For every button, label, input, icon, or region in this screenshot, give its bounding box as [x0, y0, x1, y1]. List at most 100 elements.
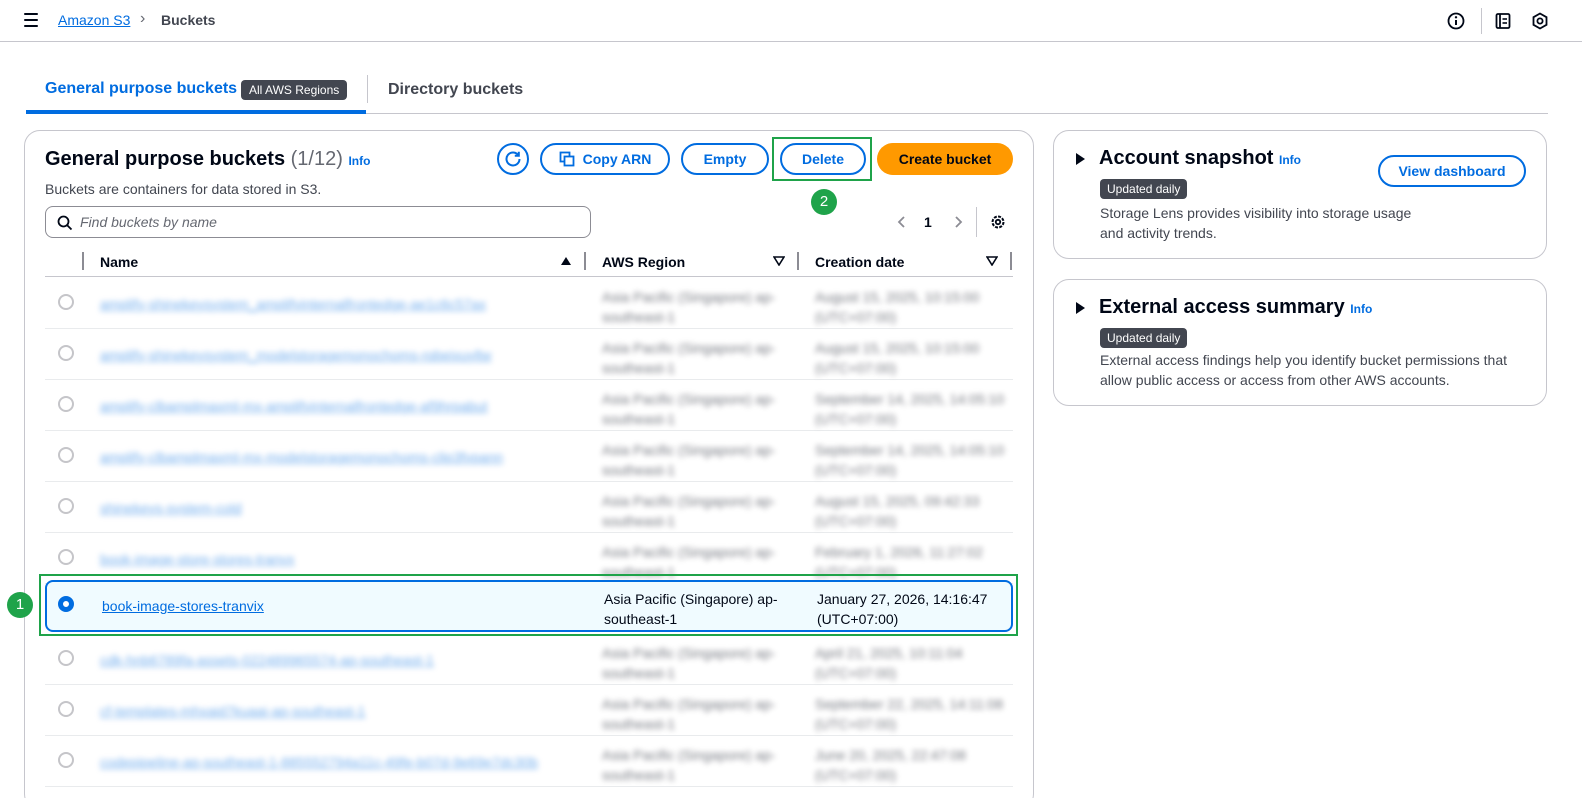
- bucket-name-link[interactable]: amplify-clbamplmaxml-mx-modelstoragemono…: [100, 449, 503, 465]
- all-regions-badge: All AWS Regions: [241, 80, 348, 100]
- breadcrumb-amazon-s3[interactable]: Amazon S3: [58, 12, 130, 28]
- search-field[interactable]: [45, 206, 591, 238]
- bucket-creation-date: February 1, 2026, 11:27:02 (UTC+07:00): [815, 544, 983, 580]
- topbar-divider: [1481, 8, 1482, 34]
- copy-icon: [559, 151, 575, 167]
- table-row[interactable]: amplify-clbamplmaxml-mx-amplifyinternalf…: [45, 380, 1013, 431]
- bucket-creation-date: August 15, 2025, 09:42:33 (UTC+07:00): [815, 493, 980, 529]
- copy-arn-button[interactable]: Copy ARN: [540, 143, 670, 175]
- table-row[interactable]: codepipeline-ap-southeast-1-885552794a11…: [45, 736, 1013, 787]
- table-row[interactable]: amplify-clbamplmaxml-mx-modelstoragemono…: [45, 431, 1013, 482]
- bucket-name-link[interactable]: codepipeline-ap-southeast-1-885552794a11…: [100, 754, 538, 770]
- info-circle-icon[interactable]: [1446, 11, 1466, 31]
- bucket-name-link[interactable]: cdk-hnb6789fa-assets-022489965574-ap-sou…: [100, 652, 434, 668]
- table-row[interactable]: book-image-store-stores-tranvx Asia Paci…: [45, 533, 1013, 584]
- chevron-left-icon[interactable]: [895, 215, 909, 229]
- buckets-panel: General purpose buckets (1/12) Info Buck…: [24, 130, 1034, 798]
- sort-desc-icon[interactable]: [986, 256, 998, 266]
- delete-button[interactable]: Delete: [780, 143, 866, 175]
- row-radio[interactable]: [58, 294, 74, 310]
- column-divider: [1010, 252, 1012, 270]
- empty-button[interactable]: Empty: [681, 143, 769, 175]
- create-bucket-button[interactable]: Create bucket: [877, 143, 1013, 175]
- bucket-name-link[interactable]: shinekeys-system-cold: [100, 500, 242, 516]
- bucket-creation-date: June 20, 2025, 22:47:08 (UTC+07:00): [815, 747, 967, 783]
- row-radio[interactable]: [58, 701, 74, 717]
- snapshot-info-link[interactable]: Info: [1279, 153, 1301, 167]
- bucket-name-link[interactable]: amplify-shinekeysystem_amplifyinternalfr…: [100, 296, 486, 312]
- column-divider: [584, 252, 586, 270]
- gear-icon[interactable]: [989, 213, 1007, 231]
- settings-hex-icon[interactable]: [1530, 11, 1550, 31]
- external-description: External access findings help you identi…: [1100, 352, 1507, 388]
- snapshot-description: Storage Lens provides visibility into st…: [1100, 205, 1412, 241]
- bucket-region: Asia Pacific (Singapore) ap-southeast-1: [604, 591, 778, 627]
- row-radio[interactable]: [58, 345, 74, 361]
- bucket-region: Asia Pacific (Singapore) ap-southeast-1: [602, 442, 776, 478]
- step-2-badge: 2: [811, 189, 837, 215]
- table-row[interactable]: cdk-hnb6789fa-assets-022489965574-ap-sou…: [45, 634, 1013, 685]
- page-number[interactable]: 1: [924, 214, 932, 230]
- row-radio[interactable]: [58, 447, 74, 463]
- bucket-type-tabs: General purpose buckets All AWS Regions …: [26, 70, 1548, 114]
- bucket-name-link[interactable]: cf-templates-mhxaid7kuaai-ap-southeast-1: [100, 703, 365, 719]
- table-row[interactable]: cf-templates-mhxaid7kuaai-ap-southeast-1…: [45, 685, 1013, 736]
- table-row[interactable]: shinekeys-system-cold Asia Pacific (Sing…: [45, 482, 1013, 533]
- bucket-creation-date: August 15, 2025, 10:15:00 (UTC+07:00): [815, 289, 980, 325]
- expand-triangle-icon[interactable]: [1076, 302, 1085, 314]
- card-title: Account snapshot Info: [1099, 147, 1301, 170]
- column-region[interactable]: AWS Region: [602, 254, 685, 270]
- external-access-title: External access summary: [1099, 296, 1345, 318]
- search-input[interactable]: [80, 213, 580, 231]
- row-radio[interactable]: [58, 498, 74, 514]
- view-dashboard-button[interactable]: View dashboard: [1378, 155, 1526, 187]
- bucket-region: Asia Pacific (Singapore) ap-southeast-1: [602, 391, 776, 427]
- tab-directory-buckets[interactable]: Directory buckets: [388, 81, 523, 99]
- bucket-creation-date: August 15, 2025, 10:15:00 (UTC+07:00): [815, 340, 980, 376]
- external-access-card: External access summary Info Updated dai…: [1053, 279, 1547, 406]
- tab-general-purpose-buckets[interactable]: General purpose buckets All AWS Regions: [26, 70, 366, 114]
- table-row-selected[interactable]: book-image-stores-tranvix Asia Pacific (…: [45, 580, 1013, 632]
- search-icon: [57, 215, 73, 231]
- bucket-creation-date: September 22, 2025, 14:11:08 (UTC+07:00): [815, 696, 1004, 732]
- bucket-count: (1/12): [290, 148, 343, 170]
- account-snapshot-card: Account snapshot Info Updated daily Stor…: [1053, 130, 1547, 259]
- row-radio-selected[interactable]: [58, 596, 74, 612]
- column-creation-date[interactable]: Creation date: [815, 254, 904, 270]
- row-radio[interactable]: [58, 752, 74, 768]
- page-title: General purpose buckets (1/12) Info: [45, 148, 370, 171]
- table-row[interactable]: amplify-shinekeysystem_modelstoragemonoc…: [45, 329, 1013, 380]
- updated-daily-badge: Updated daily: [1100, 179, 1188, 199]
- row-radio[interactable]: [58, 549, 74, 565]
- account-snapshot-title: Account snapshot: [1099, 147, 1274, 169]
- bucket-region: Asia Pacific (Singapore) ap-southeast-1: [602, 544, 776, 580]
- tab-general-label: General purpose buckets: [45, 80, 238, 97]
- external-info-link[interactable]: Info: [1350, 302, 1372, 316]
- panel-info-link[interactable]: Info: [348, 154, 370, 168]
- bucket-name-link[interactable]: book-image-store-stores-tranvx: [100, 551, 295, 567]
- create-bucket-label: Create bucket: [898, 151, 992, 167]
- view-dashboard-label: View dashboard: [1398, 163, 1506, 179]
- expand-triangle-icon[interactable]: [1076, 153, 1085, 165]
- bucket-name-link[interactable]: amplify-clbamplmaxml-mx-amplifyinternalf…: [100, 398, 487, 414]
- bucket-creation-date: April 21, 2025, 10:11:04 (UTC+07:00): [815, 645, 963, 681]
- sort-asc-icon[interactable]: [560, 256, 572, 266]
- column-divider: [797, 252, 799, 270]
- refresh-button[interactable]: [497, 143, 529, 175]
- table-header: Name AWS Region Creation date: [45, 249, 1013, 277]
- column-name[interactable]: Name: [100, 254, 138, 270]
- pager-divider: [976, 207, 977, 237]
- notebook-icon[interactable]: [1493, 11, 1513, 31]
- refresh-icon: [505, 151, 521, 167]
- chevron-right-icon[interactable]: [951, 215, 965, 229]
- menu-icon[interactable]: [24, 13, 38, 27]
- bucket-name-link[interactable]: amplify-shinekeysystem_modelstoragemonoc…: [100, 347, 491, 363]
- bucket-creation-date: January 27, 2026, 14:16:47 (UTC+07:00): [817, 591, 988, 627]
- sort-desc-icon[interactable]: [773, 256, 785, 266]
- empty-label: Empty: [703, 151, 747, 167]
- breadcrumb-separator-icon: ›: [140, 10, 146, 27]
- bucket-name-link[interactable]: book-image-stores-tranvix: [102, 598, 264, 614]
- row-radio[interactable]: [58, 396, 74, 412]
- table-row[interactable]: amplify-shinekeysystem_amplifyinternalfr…: [45, 278, 1013, 329]
- row-radio[interactable]: [58, 650, 74, 666]
